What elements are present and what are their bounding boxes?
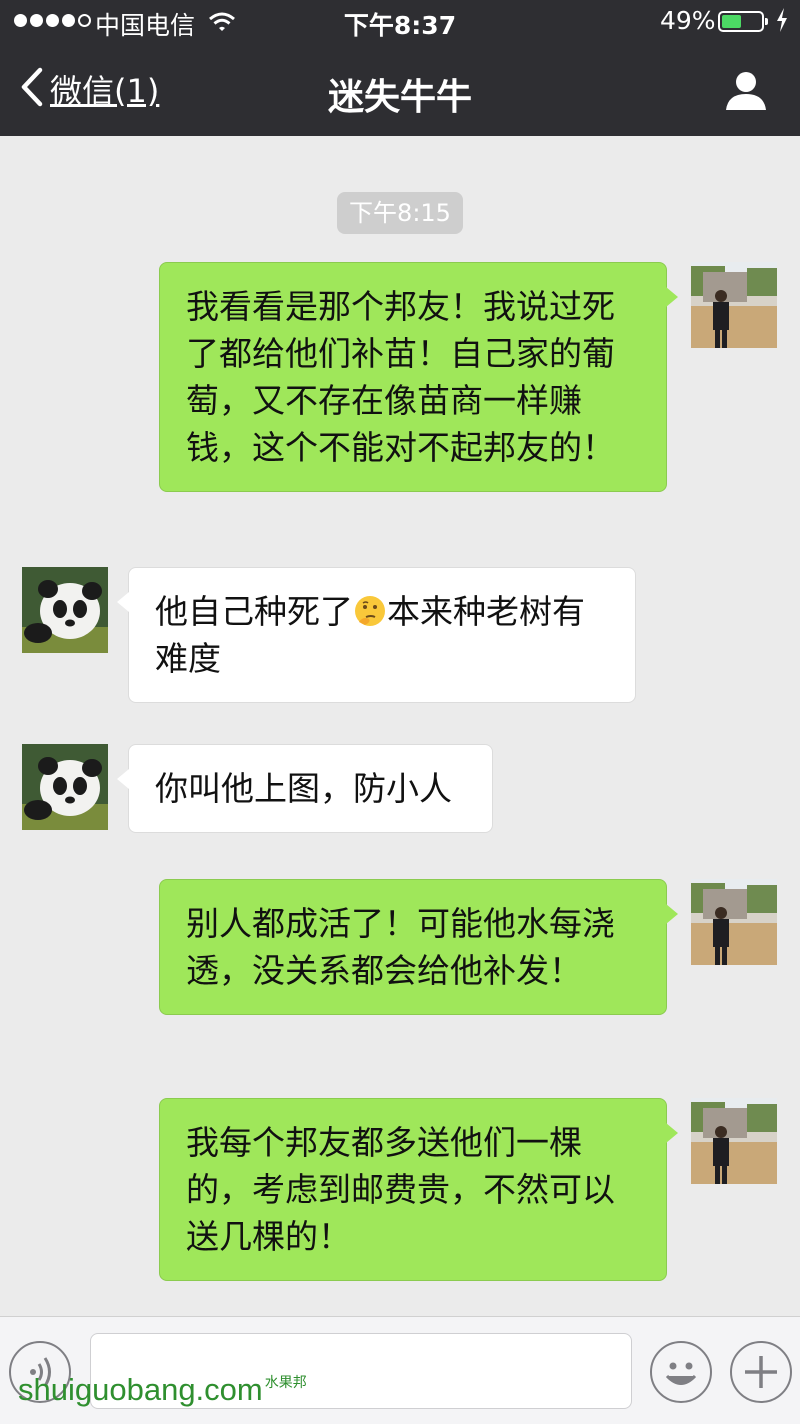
nav-bar: 微信(1) 迷失牛牛 xyxy=(0,44,800,136)
plus-icon xyxy=(732,1356,790,1405)
message-timestamp: 下午8:15 xyxy=(337,192,463,234)
status-bar: 中国电信 下午8:37 49% xyxy=(0,0,800,44)
charging-icon xyxy=(776,8,788,38)
thinking-face-icon xyxy=(353,593,387,627)
smiley-icon xyxy=(652,1362,710,1405)
contact-avatar[interactable] xyxy=(22,567,108,653)
message-bubble-sent[interactable]: 别人都成活了！可能他水每浇透，没关系都会给他补发！ xyxy=(159,879,678,1015)
profile-icon[interactable] xyxy=(724,70,768,116)
my-avatar[interactable] xyxy=(691,1098,777,1184)
emoji-button[interactable] xyxy=(650,1341,712,1403)
battery-icon xyxy=(718,11,768,32)
message-bubble-received[interactable]: 他自己种死了 本来种老树有难度 xyxy=(117,567,636,703)
message-bubble-sent[interactable]: 我每个邦友都多送他们一棵的，考虑到邮费贵，不然可以送几棵的！ xyxy=(159,1098,678,1281)
message-bubble-received[interactable]: 你叫他上图，防小人 xyxy=(117,744,493,833)
more-button[interactable] xyxy=(730,1341,792,1403)
message-text: 你叫他上图，防小人 xyxy=(155,769,452,808)
message-text: 我每个邦友都多送他们一棵的，考虑到邮费贵，不然可以送几棵的！ xyxy=(186,1123,615,1256)
my-avatar[interactable] xyxy=(691,262,777,348)
my-avatar[interactable] xyxy=(691,879,777,965)
message-text: 别人都成活了！可能他水每浇透，没关系都会给他补发！ xyxy=(186,904,615,990)
watermark: shuiguobang.com 水果邦 xyxy=(18,1372,307,1407)
top-bar: 中国电信 下午8:37 49% 微信(1) 迷失牛牛 xyxy=(0,0,800,136)
message-text: 他自己种死了 xyxy=(155,592,353,631)
message-text: 我看看是那个邦友！我说过死了都给他们补苗！自己家的葡萄，又不存在像苗商一样赚钱，… xyxy=(186,287,615,467)
message-bubble-sent[interactable]: 我看看是那个邦友！我说过死了都给他们补苗！自己家的葡萄，又不存在像苗商一样赚钱，… xyxy=(159,262,678,492)
battery-percent: 49% xyxy=(660,6,716,35)
chat-title: 迷失牛牛 xyxy=(327,77,472,118)
contact-avatar[interactable] xyxy=(22,744,108,830)
